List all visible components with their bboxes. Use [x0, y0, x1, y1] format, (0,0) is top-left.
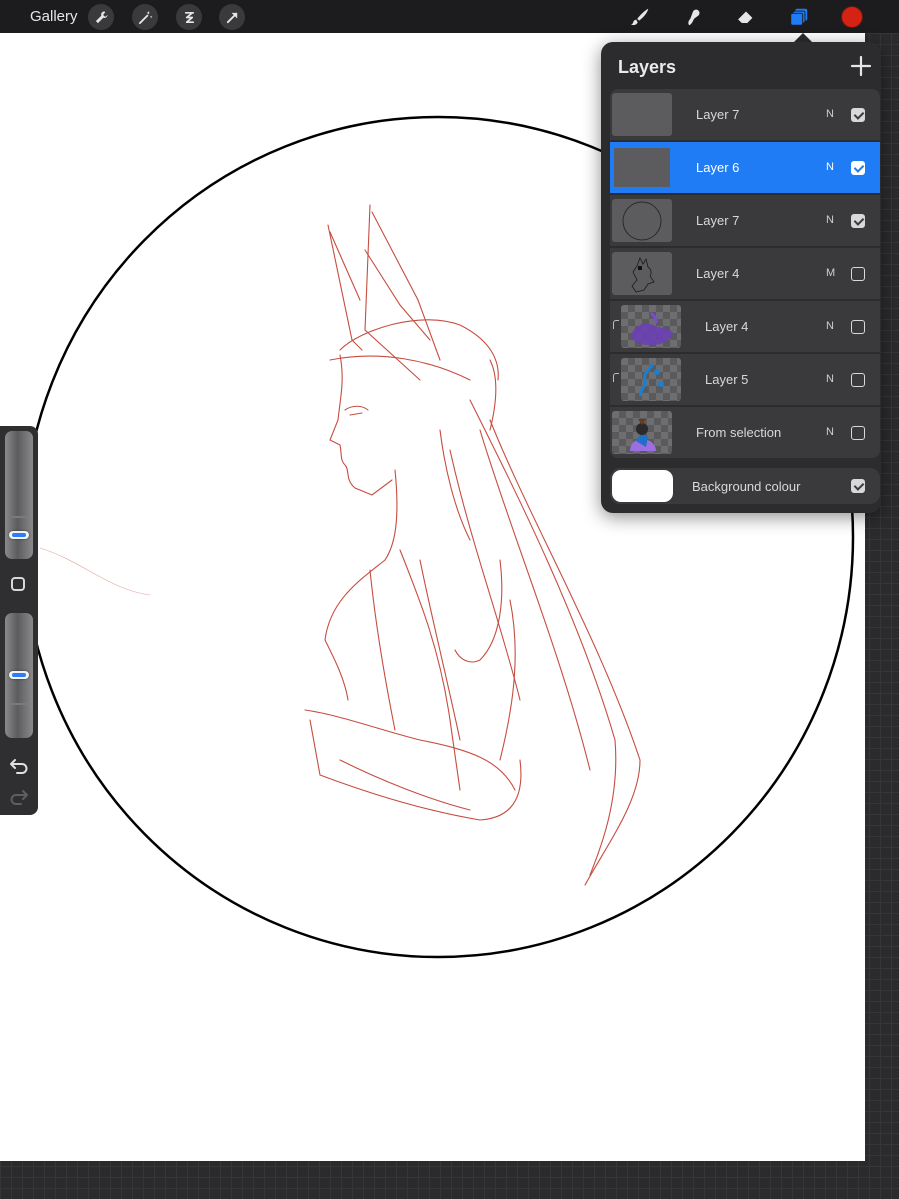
layers-panel-title: Layers — [618, 57, 677, 77]
selection-icon[interactable] — [176, 4, 202, 30]
layer-row[interactable]: Layer 5 N — [610, 354, 880, 405]
visibility-checkbox[interactable] — [851, 214, 865, 228]
visibility-checkbox[interactable] — [851, 267, 865, 281]
color-picker-button[interactable] — [841, 6, 863, 28]
brush-size-slider[interactable] — [5, 431, 33, 559]
opacity-handle[interactable] — [9, 671, 29, 679]
top-toolbar: Gallery — [0, 0, 899, 33]
clipping-mask-icon — [613, 320, 619, 329]
layer-row[interactable]: Layer 4 M — [610, 248, 880, 299]
layer-thumbnail — [612, 146, 672, 189]
visibility-checkbox[interactable] — [851, 108, 865, 122]
blend-mode-button[interactable]: M — [826, 267, 835, 279]
clipping-mask-icon — [613, 373, 619, 382]
layer-thumbnail — [612, 252, 672, 295]
plus-icon[interactable] — [850, 55, 872, 77]
magic-wand-icon[interactable] — [132, 4, 158, 30]
layer-row[interactable]: From selection N — [610, 407, 880, 458]
layer-name: Layer 4 — [696, 266, 740, 281]
layer-row[interactable]: Layer 7 N — [610, 89, 880, 140]
layer-row[interactable]: Layer 7 N — [610, 195, 880, 246]
slider-tick — [11, 703, 27, 705]
brush-icon[interactable] — [627, 4, 653, 30]
visibility-checkbox[interactable] — [851, 426, 865, 440]
layers-icon[interactable] — [786, 4, 812, 30]
layer-name: Layer 6 — [696, 160, 740, 175]
layer-name: Layer 5 — [705, 372, 749, 387]
layer-row-selected[interactable]: Layer 6 N — [610, 142, 880, 193]
wrench-icon[interactable] — [88, 4, 114, 30]
visibility-checkbox[interactable] — [851, 373, 865, 387]
modify-button[interactable] — [11, 577, 25, 591]
layer-thumbnail — [612, 93, 672, 136]
layer-name: From selection — [696, 425, 782, 440]
undo-icon[interactable] — [9, 755, 29, 775]
layer-thumbnail — [621, 358, 681, 401]
blend-mode-button[interactable]: N — [826, 320, 834, 332]
background-colour-swatch[interactable] — [612, 470, 673, 502]
blend-mode-button[interactable]: N — [826, 214, 834, 226]
layer-name: Layer 7 — [696, 107, 740, 122]
blend-mode-button[interactable]: N — [826, 373, 834, 385]
layer-thumbnail — [612, 199, 672, 242]
visibility-checkbox[interactable] — [851, 161, 865, 175]
layer-thumbnail — [621, 305, 681, 348]
brush-size-handle[interactable] — [9, 531, 29, 539]
transform-arrow-icon[interactable] — [219, 4, 245, 30]
brush-sidebar — [0, 426, 38, 815]
gallery-button[interactable]: Gallery — [30, 8, 78, 25]
layer-name: Layer 7 — [696, 213, 740, 228]
background-colour-row[interactable]: Background colour — [610, 468, 880, 504]
background-colour-label: Background colour — [692, 479, 801, 494]
blend-mode-button[interactable]: N — [826, 108, 834, 120]
layers-panel: Layers Layer 7 N Layer 6 N Layer 7 N Lay… — [601, 42, 881, 513]
smudge-icon[interactable] — [680, 4, 706, 30]
layer-name: Layer 4 — [705, 319, 749, 334]
redo-icon[interactable] — [9, 786, 29, 806]
visibility-checkbox[interactable] — [851, 479, 865, 493]
eraser-icon[interactable] — [733, 4, 759, 30]
layer-row[interactable]: Layer 4 N — [610, 301, 880, 352]
slider-tick — [11, 516, 27, 518]
visibility-checkbox[interactable] — [851, 320, 865, 334]
layer-thumbnail — [612, 411, 672, 454]
opacity-slider[interactable] — [5, 613, 33, 738]
blend-mode-button[interactable]: N — [826, 426, 834, 438]
blend-mode-button[interactable]: N — [826, 161, 834, 173]
